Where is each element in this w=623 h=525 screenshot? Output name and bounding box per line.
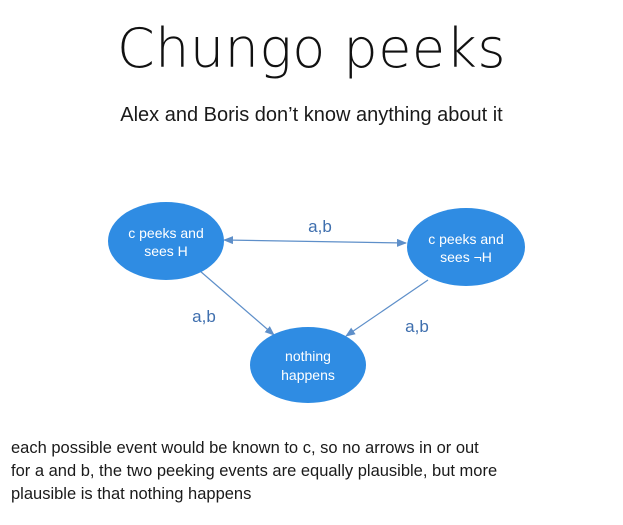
edge-label-right: a,b — [405, 317, 429, 336]
caption-line-1: each possible event would be known to c,… — [11, 439, 479, 457]
node-peek-h: c peeks and sees H — [108, 202, 224, 280]
node-nothing-line2: happens — [281, 367, 335, 383]
edge-label-top: a,b — [308, 217, 332, 236]
caption-text: each possible event would be known to c,… — [11, 437, 611, 506]
node-nothing-line1: nothing — [285, 348, 331, 364]
node-nothing-happens: nothing happens — [250, 327, 366, 403]
node-peek-not-h: c peeks and sees ¬H — [407, 208, 525, 286]
node-peek-h-line1: c peeks and — [128, 225, 204, 241]
edge-peekh-peeknoth — [223, 236, 407, 247]
node-peek-not-h-line1: c peeks and — [428, 231, 504, 247]
edge-label-left: a,b — [192, 307, 216, 326]
node-peek-h-line2: sees H — [144, 243, 188, 259]
caption-line-3: plausible is that nothing happens — [11, 485, 252, 503]
node-peek-not-h-line2: sees ¬H — [440, 249, 492, 265]
caption-line-2: for a and b, the two peeking events are … — [11, 462, 498, 480]
